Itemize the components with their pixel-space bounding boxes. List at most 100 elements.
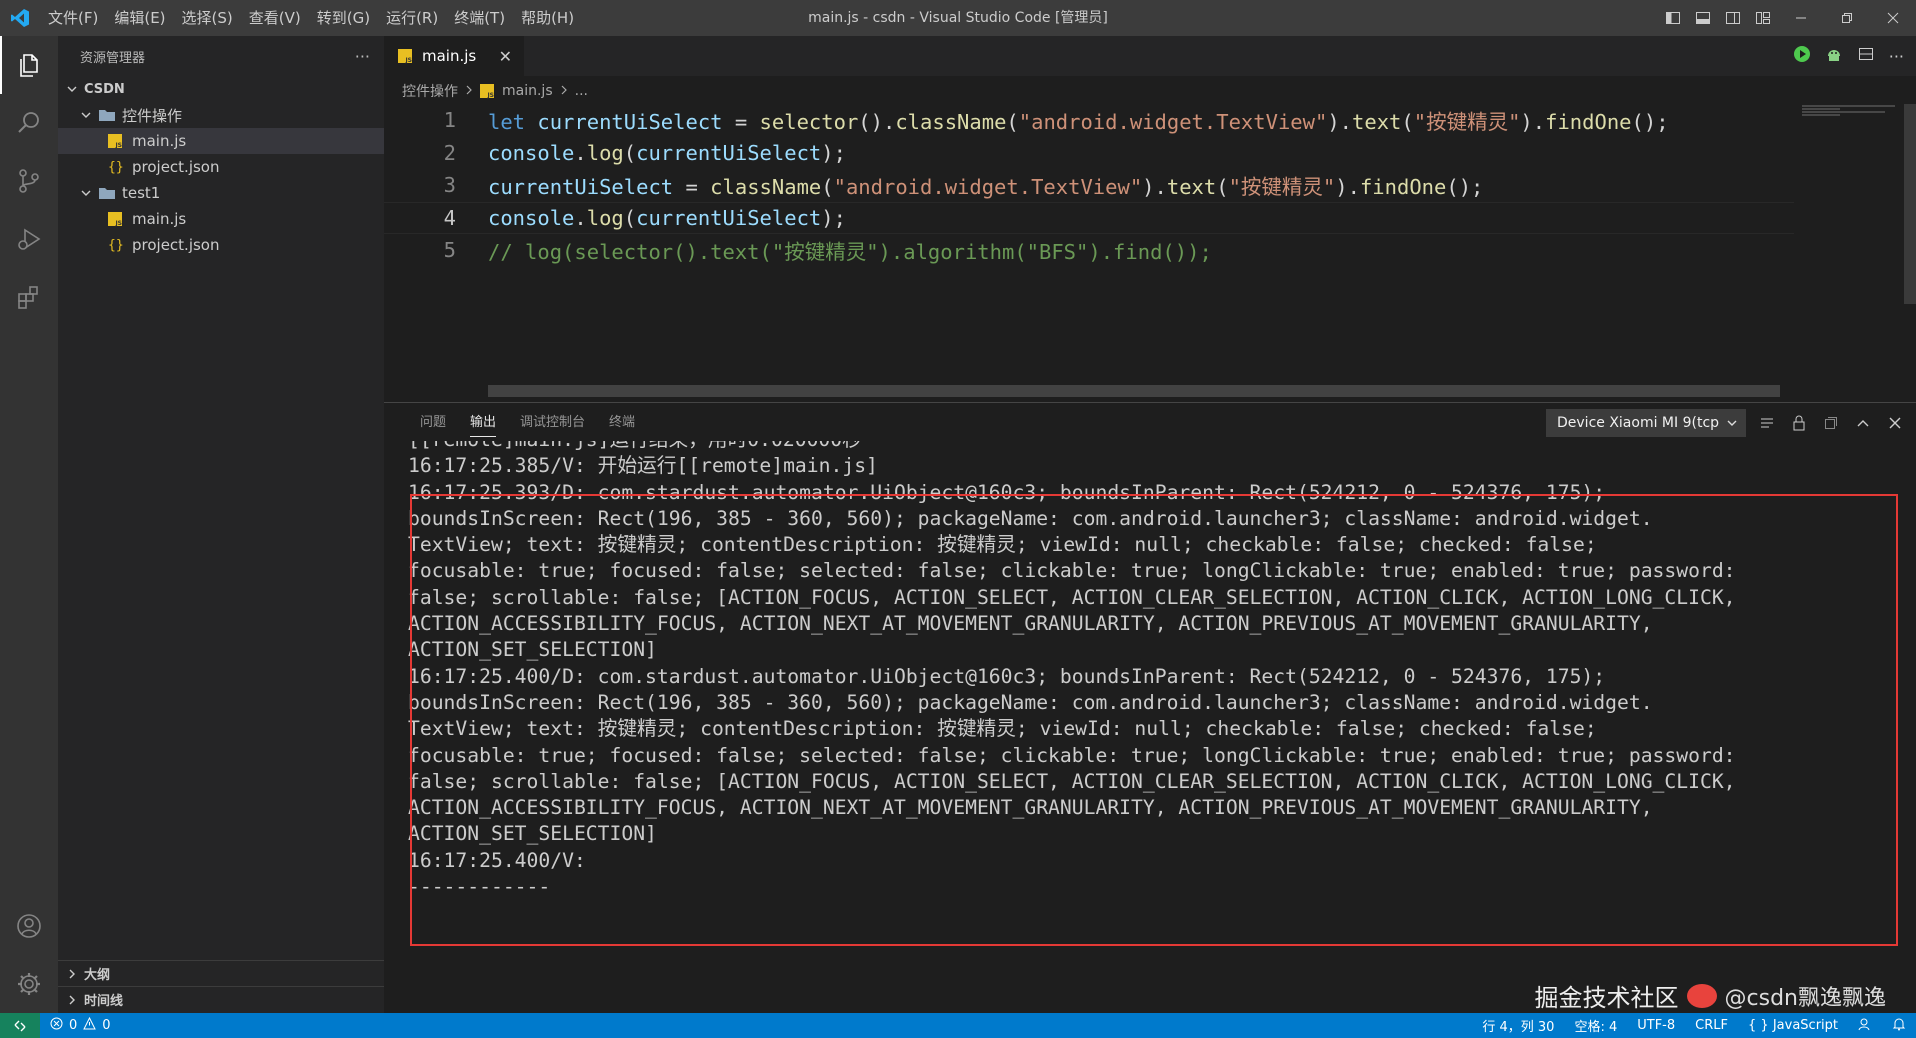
maximize-panel-icon[interactable] xyxy=(1852,412,1874,434)
error-icon xyxy=(50,1017,63,1034)
close-window-icon[interactable] xyxy=(1870,0,1916,36)
customize-layout-icon[interactable] xyxy=(1748,0,1778,36)
close-panel-icon[interactable] xyxy=(1884,412,1906,434)
end-of-line[interactable]: CRLF xyxy=(1685,1018,1738,1033)
output-line: [[remote]main.js]运行结束，用时0.020000秒 xyxy=(408,441,1898,453)
tree-folder-controls[interactable]: 控件操作 xyxy=(58,102,384,128)
tab-main-js[interactable]: main.js ✕ xyxy=(384,36,524,76)
error-count: 0 xyxy=(69,1018,78,1033)
output-channel-value: Device Xiaomi MI 9(tcp xyxy=(1557,415,1720,431)
source-control-icon[interactable] xyxy=(0,152,58,210)
menu-terminal[interactable]: 终端(T) xyxy=(446,0,513,36)
chevron-right-icon xyxy=(64,994,80,1006)
javascript-file-icon xyxy=(480,84,494,99)
output-line: ACTION_SET_SELECTION] xyxy=(408,822,657,846)
panel-tab-bar: 问题 输出 调试控制台 终端 Device Xiaomi MI 9(tcp xyxy=(384,403,1916,443)
menu-help[interactable]: 帮助(H) xyxy=(513,0,582,36)
line-number: 1 xyxy=(443,108,456,133)
menu-edit[interactable]: 编辑(E) xyxy=(106,0,173,36)
toggle-panel-icon[interactable] xyxy=(1688,0,1718,36)
editor-vertical-scrollbar[interactable] xyxy=(1904,104,1916,304)
output-line: TextView; text: 按键精灵; contentDescription… xyxy=(408,533,1597,557)
file-label: main.js xyxy=(132,210,187,228)
menu-go[interactable]: 转到(G) xyxy=(309,0,378,36)
breadcrumb-file[interactable]: main.js xyxy=(502,83,553,99)
menu-bar: 文件(F) 编辑(E) 选择(S) 查看(V) 转到(G) 运行(R) 终端(T… xyxy=(40,0,582,36)
minimap[interactable] xyxy=(1800,104,1900,116)
menu-selection[interactable]: 选择(S) xyxy=(174,0,241,36)
restore-icon[interactable] xyxy=(1824,0,1870,36)
breadcrumb-folder[interactable]: 控件操作 xyxy=(402,81,458,101)
feedback-icon[interactable] xyxy=(1848,1017,1882,1035)
notifications-bell-icon[interactable] xyxy=(1882,1017,1916,1035)
toggle-secondary-sidebar-icon[interactable] xyxy=(1718,0,1748,36)
cursor-position[interactable]: 行 4，列 30 xyxy=(1472,1016,1564,1035)
json-file-icon: {} xyxy=(108,159,124,175)
copy-output-icon[interactable] xyxy=(1820,412,1842,434)
run-file-icon[interactable] xyxy=(1793,45,1811,67)
accounts-icon[interactable] xyxy=(0,897,58,955)
remote-indicator-icon[interactable] xyxy=(0,1013,40,1038)
tree-file-project-json[interactable]: {} project.json xyxy=(58,232,384,258)
more-actions-icon[interactable]: ··· xyxy=(1889,47,1904,66)
root-folder-label: CSDN xyxy=(84,81,125,97)
search-icon[interactable] xyxy=(0,94,58,152)
menu-file[interactable]: 文件(F) xyxy=(40,0,106,36)
code-editor[interactable]: 1 let currentUiSelect = selector().class… xyxy=(384,104,1794,384)
run-debug-icon[interactable] xyxy=(0,210,58,268)
encoding[interactable]: UTF-8 xyxy=(1627,1018,1685,1033)
breadcrumb-symbol[interactable]: ... xyxy=(575,83,588,99)
extensions-icon[interactable] xyxy=(0,268,58,326)
json-file-icon: {} xyxy=(108,237,124,253)
toggle-sidebar-icon[interactable] xyxy=(1658,0,1688,36)
file-label: project.json xyxy=(132,158,220,176)
timeline-section[interactable]: 时间线 xyxy=(58,986,384,1012)
activity-bar xyxy=(0,36,58,1013)
code-text: // log(selector().text("按键精灵").algorithm… xyxy=(488,240,1212,265)
tab-terminal[interactable]: 终端 xyxy=(597,403,647,443)
minimize-icon[interactable] xyxy=(1778,0,1824,36)
output-line: boundsInScreen: Rect(196, 385 - 360, 560… xyxy=(408,506,1653,530)
outline-section[interactable]: 大纲 xyxy=(58,960,384,986)
tab-label: main.js xyxy=(422,47,477,65)
code-line[interactable]: 2 console.log(currentUiSelect); xyxy=(384,137,1794,170)
output-channel-select[interactable]: Device Xiaomi MI 9(tcp xyxy=(1546,409,1746,437)
tree-file-project-json[interactable]: {} project.json xyxy=(58,154,384,180)
close-tab-icon[interactable]: ✕ xyxy=(499,47,512,66)
android-device-icon[interactable] xyxy=(1825,45,1843,67)
explorer-sidebar: 资源管理器 ··· CSDN 控件操作 main.js {} project.j… xyxy=(58,36,384,1013)
tab-output[interactable]: 输出 xyxy=(458,403,508,443)
tree-file-main-js[interactable]: main.js xyxy=(58,206,384,232)
code-line[interactable]: 3 currentUiSelect = className("android.w… xyxy=(384,169,1794,202)
more-actions-icon[interactable]: ··· xyxy=(355,47,370,66)
output-line: ------------ xyxy=(408,875,551,899)
split-editor-icon[interactable] xyxy=(1857,45,1875,67)
tree-file-main-js[interactable]: main.js xyxy=(58,128,384,154)
menu-run[interactable]: 运行(R) xyxy=(378,0,446,36)
menu-view[interactable]: 查看(V) xyxy=(241,0,309,36)
chevron-right-icon xyxy=(559,83,569,99)
output-line: 16:17:25.393/D: com.stardust.automator.U… xyxy=(408,480,1606,504)
tree-root-csdn[interactable]: CSDN xyxy=(58,76,384,102)
outline-label: 大纲 xyxy=(84,968,111,983)
output-vertical-scrollbar[interactable] xyxy=(1904,443,1916,1003)
explorer-header: 资源管理器 ··· xyxy=(58,36,384,76)
problems-indicator[interactable]: 0 0 xyxy=(40,1016,111,1034)
code-line-current[interactable]: 4 console.log(currentUiSelect); xyxy=(384,201,1794,234)
lock-icon[interactable] xyxy=(1788,412,1810,434)
code-line[interactable]: 1 let currentUiSelect = selector().class… xyxy=(384,104,1794,137)
output-log[interactable]: [[remote]main.js]运行结束，用时0.020000秒 16:17:… xyxy=(408,441,1898,1013)
output-line: ACTION_SET_SELECTION] xyxy=(408,638,657,662)
settings-gear-icon[interactable] xyxy=(0,955,58,1013)
tab-problems[interactable]: 问题 xyxy=(408,403,458,443)
explorer-icon[interactable] xyxy=(0,36,58,94)
code-line[interactable]: 5 // log(selector().text("按键精灵").algorit… xyxy=(384,234,1794,267)
tree-folder-test1[interactable]: test1 xyxy=(58,180,384,206)
editor-horizontal-scrollbar[interactable] xyxy=(488,385,1780,397)
output-line: focusable: true; focused: false; selecte… xyxy=(408,559,1736,583)
language-mode[interactable]: { } JavaScript xyxy=(1738,1018,1848,1033)
indentation[interactable]: 空格: 4 xyxy=(1564,1016,1627,1035)
javascript-file-icon xyxy=(398,49,412,64)
tab-debug-console[interactable]: 调试控制台 xyxy=(508,403,597,443)
clear-output-icon[interactable] xyxy=(1756,412,1778,434)
